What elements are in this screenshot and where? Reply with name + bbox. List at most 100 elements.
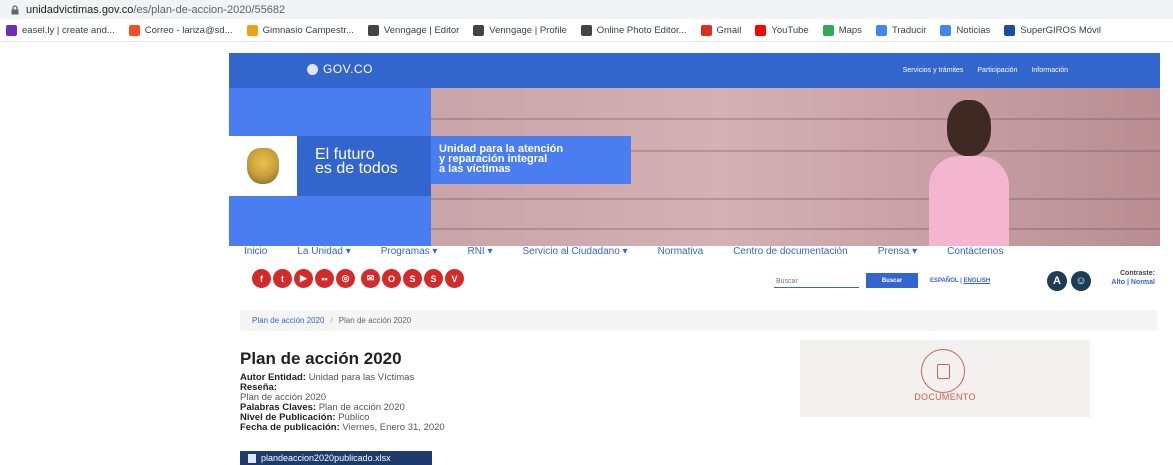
bookmark-icon — [755, 24, 767, 36]
bookmark-icon — [875, 24, 887, 36]
social-o-icon[interactable]: O — [382, 269, 401, 288]
bookmark-label: Venngage | Editor — [383, 24, 460, 36]
nav-item[interactable]: La Unidad ▾ — [297, 246, 350, 257]
nav-item[interactable]: Normativa — [658, 246, 704, 257]
bookmark-item[interactable]: Online Photo Editor... — [580, 24, 687, 36]
search-button[interactable]: Buscar — [866, 273, 918, 288]
bookmark-label: Gimnasio Campestr... — [262, 24, 354, 36]
document-icon — [921, 349, 965, 393]
social-v-icon[interactable]: V — [445, 269, 464, 288]
twitter-icon[interactable]: t — [273, 269, 292, 288]
flickr-icon[interactable]: •• — [315, 269, 334, 288]
bookmark-icon — [6, 24, 17, 36]
contrast-toggle: Contraste: Alto | Normal — [1095, 269, 1155, 287]
bookmark-icon — [367, 24, 379, 36]
bookmark-item[interactable]: Correo - lariza@sd... — [128, 24, 233, 36]
breadcrumb-item-1[interactable]: Plan de acción 2020 — [252, 316, 325, 325]
gov-top-bar: GOV.CO Servicios y trámites Participació… — [229, 53, 1160, 88]
bookmark-label: YouTube — [771, 24, 809, 36]
document-metadata: Autor Entidad: Unidad para las Víctimas … — [240, 373, 445, 433]
nav-item[interactable]: Centro de documentación — [733, 246, 848, 257]
youtube-icon[interactable]: ▶ — [294, 269, 313, 288]
lang-es[interactable]: ESPAÑOL — [930, 278, 958, 284]
nav-item[interactable]: Contáctenos — [947, 246, 1003, 257]
coat-of-arms-icon — [247, 148, 279, 184]
bookmark-icon — [700, 24, 712, 36]
bookmark-item[interactable]: Venngage | Profile — [473, 24, 567, 36]
address-bar[interactable]: unidadvictimas.gov.co/es/plan-de-accion-… — [0, 0, 1173, 19]
social-s2-icon[interactable]: S — [424, 269, 443, 288]
bookmark-label: easel.ly | create and... — [22, 24, 115, 36]
breadcrumb: Plan de acción 2020 / Plan de acción 202… — [240, 310, 1157, 331]
gov-link-participacion[interactable]: Participación — [977, 67, 1017, 74]
bookmark-item[interactable]: YouTube — [755, 24, 809, 36]
fecha-value: Viernes, Enero 31, 2020 — [342, 422, 445, 433]
unidad-slogan: Unidad para la atención y reparación int… — [431, 136, 631, 184]
contrast-label: Contraste: — [1119, 270, 1155, 277]
bookmark-icon — [822, 24, 834, 36]
futuro-slogan: El futuro es de todos — [297, 136, 431, 196]
lang-separator: | — [960, 278, 962, 284]
bookmark-label: Gmail — [716, 24, 742, 36]
nav-item[interactable]: RNI ▾ — [467, 246, 492, 257]
gov-link-informacion[interactable]: Información — [1031, 67, 1068, 74]
bookmark-item[interactable]: Noticias — [940, 24, 991, 36]
bookmark-icon — [940, 24, 952, 36]
nav-item[interactable]: Inicio — [244, 246, 267, 257]
colombia-seal — [229, 136, 297, 196]
bookmark-icon — [246, 24, 258, 36]
gov-logo[interactable]: GOV.CO — [307, 62, 373, 76]
bookmark-label: Noticias — [956, 24, 991, 36]
document-preview[interactable]: DOCUMENTO — [800, 340, 1090, 417]
accessibility-icon[interactable]: ☺ — [1071, 271, 1091, 291]
site-header: GOV.CO Servicios y trámites Participació… — [229, 53, 1160, 298]
nav-item[interactable]: Programas ▾ — [381, 246, 438, 257]
file-icon — [248, 453, 256, 463]
unidad-line3: a las víctimas — [439, 163, 511, 175]
contrast-options[interactable]: Alto | Normal — [1095, 278, 1155, 287]
document-label: DOCUMENTO — [914, 392, 976, 402]
facebook-icon[interactable]: f — [252, 269, 271, 288]
url-host: unidadvictimas.gov.co — [26, 3, 134, 16]
instagram-icon[interactable]: ◎ — [336, 269, 355, 288]
bookmark-icon — [473, 24, 485, 36]
social-icons: f t ▶ •• ◎ ✉ O S S V — [252, 269, 466, 288]
bookmark-icon — [580, 24, 592, 36]
bookmarks-bar: easel.ly | create and... Correo - lariza@… — [0, 19, 1173, 42]
bookmark-label: Traducir — [891, 24, 927, 36]
bookmark-icon — [1004, 24, 1016, 36]
bookmark-item[interactable]: easel.ly | create and... — [6, 24, 115, 36]
bookmark-label: Venngage | Profile — [489, 24, 567, 36]
bookmark-item[interactable]: Gimnasio Campestr... — [246, 24, 354, 36]
gov-logo-text: GOV.CO — [323, 62, 373, 76]
text-size-icon[interactable]: A — [1047, 271, 1067, 291]
bookmark-label: Online Photo Editor... — [596, 24, 687, 36]
page-title: Plan de acción 2020 — [240, 349, 402, 368]
breadcrumb-item-2: Plan de acción 2020 — [338, 316, 412, 325]
bookmark-item[interactable]: Gmail — [700, 24, 742, 36]
file-name: plandeaccion2020publicado.xlsx — [261, 453, 391, 463]
download-file-button[interactable]: plandeaccion2020publicado.xlsx — [240, 451, 432, 465]
nav-item[interactable]: Servicio al Ciudadano ▾ — [523, 246, 628, 257]
gov-links: Servicios y trámites Participación Infor… — [891, 67, 1068, 74]
fecha-label: Fecha de publicación: — [240, 422, 340, 433]
gov-link-servicios[interactable]: Servicios y trámites — [903, 67, 964, 74]
breadcrumb-separator: / — [330, 316, 333, 325]
autor-value: Unidad para las Víctimas — [308, 372, 415, 383]
nav-item[interactable]: Prensa ▾ — [878, 246, 917, 257]
search-input[interactable] — [774, 275, 859, 288]
nav-items: Inicio La Unidad ▾ Programas ▾ RNI ▾ Servici… — [244, 246, 1154, 257]
bookmark-item[interactable]: SuperGIROS Móvil — [1004, 24, 1102, 36]
lock-icon — [11, 4, 19, 14]
social-s-icon[interactable]: S — [403, 269, 422, 288]
bookmark-label: Maps — [838, 24, 862, 36]
bookmark-label: SuperGIROS Móvil — [1020, 24, 1102, 36]
bookmark-item[interactable]: Maps — [822, 24, 862, 36]
bookmark-item[interactable]: Traducir — [875, 24, 927, 36]
lang-en[interactable]: ENGLISH — [963, 278, 990, 284]
bookmark-label: Correo - lariza@sd... — [144, 24, 233, 36]
gov-shield-icon — [307, 63, 318, 75]
futuro-line2: es de todos — [315, 160, 398, 177]
bookmark-item[interactable]: Venngage | Editor — [367, 24, 460, 36]
email-icon[interactable]: ✉ — [361, 269, 380, 288]
